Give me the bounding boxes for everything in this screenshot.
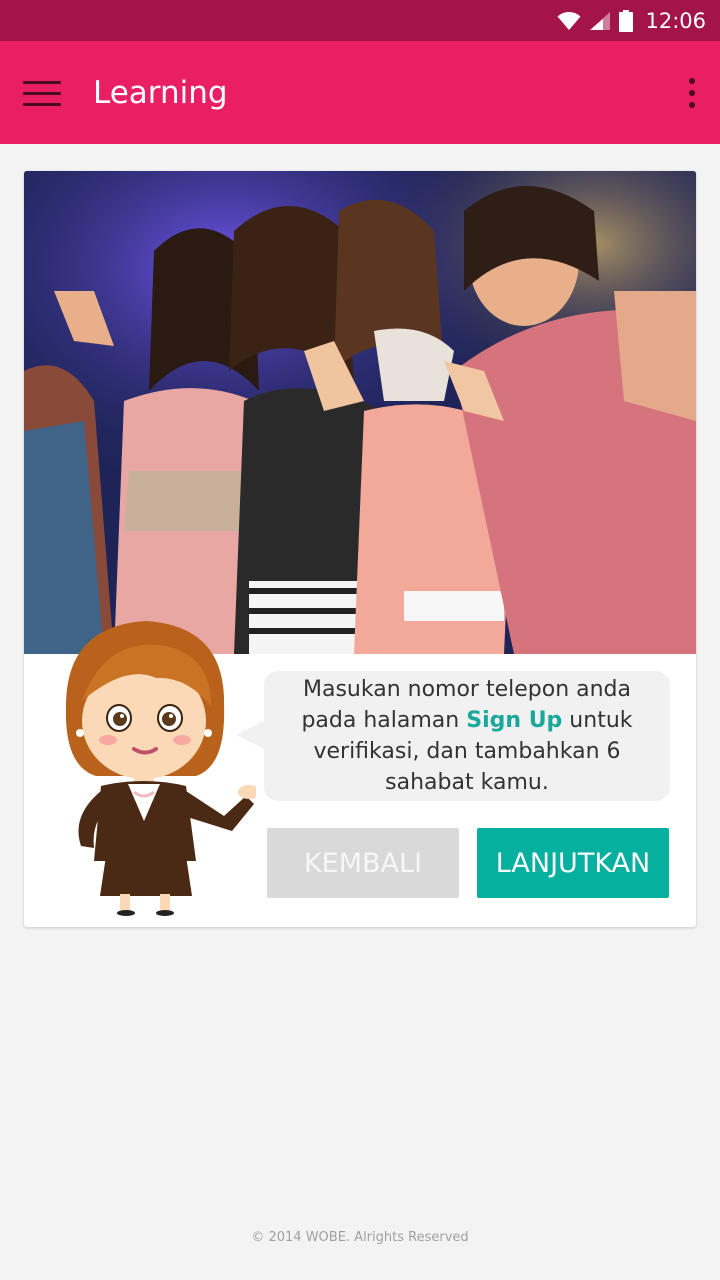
battery-icon bbox=[619, 9, 634, 32]
more-options-button[interactable] bbox=[664, 41, 720, 144]
sign-up-highlight: Sign Up bbox=[466, 708, 563, 733]
back-button[interactable]: KEMBALI bbox=[267, 828, 459, 898]
more-vertical-icon bbox=[689, 77, 695, 84]
footer-copyright: © 2014 WOBE. Alrights Reserved bbox=[251, 1230, 469, 1245]
tutorial-card: Masukan nomor telepon anda pada halaman … bbox=[24, 171, 696, 927]
instruction-text: Masukan nomor telepon anda pada halaman … bbox=[301, 677, 633, 795]
app-bar: Learning bbox=[0, 41, 720, 144]
speech-bubble: Masukan nomor telepon anda pada halaman … bbox=[236, 671, 670, 801]
group-photo bbox=[24, 171, 696, 654]
hamburger-menu-button[interactable] bbox=[0, 41, 84, 144]
wifi-icon bbox=[557, 11, 581, 31]
hamburger-menu-icon bbox=[23, 80, 61, 106]
signal-icon bbox=[589, 11, 611, 31]
status-time: 12:06 bbox=[645, 8, 706, 33]
mascot-illustration bbox=[46, 616, 260, 916]
continue-button[interactable]: LANJUTKAN bbox=[477, 828, 669, 898]
app-title: Learning bbox=[93, 74, 228, 111]
status-bar: 12:06 bbox=[0, 0, 720, 41]
